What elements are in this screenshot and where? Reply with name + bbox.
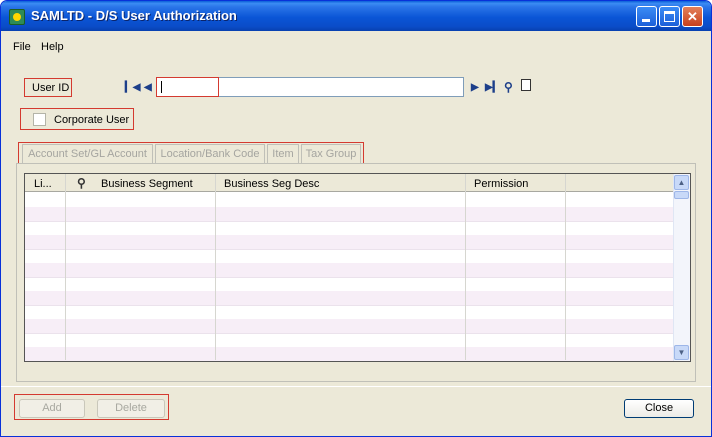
window-title: SAMLTD - D/S User Authorization <box>31 8 237 23</box>
close-icon: ✕ <box>687 9 698 24</box>
row-divider <box>25 221 673 222</box>
column-divider <box>565 174 566 360</box>
last-record-icon[interactable]: ▶▎ <box>485 82 500 93</box>
minimize-button[interactable] <box>636 6 657 27</box>
menu-file[interactable]: File <box>13 41 31 53</box>
scroll-down-button[interactable]: ▼ <box>674 345 689 360</box>
grid-vertical-scrollbar[interactable] <box>673 174 690 361</box>
app-icon <box>9 9 25 25</box>
row-divider <box>25 305 673 306</box>
column-header-business-seg-desc[interactable]: Business Seg Desc <box>224 178 319 190</box>
grid-row[interactable] <box>25 207 673 221</box>
next-record-icon[interactable]: ▶ <box>471 82 479 93</box>
column-header-line[interactable]: Li... <box>34 178 52 190</box>
user-id-input-highlight <box>156 77 219 97</box>
column-header-permission[interactable]: Permission <box>474 178 528 190</box>
user-id-label: User ID <box>32 82 70 94</box>
column-header-business-segment[interactable]: Business Segment <box>101 178 193 190</box>
column-divider <box>215 174 216 360</box>
grid-row[interactable] <box>25 347 673 361</box>
close-window-button[interactable]: ✕ <box>682 6 703 27</box>
maximize-button[interactable] <box>659 6 680 27</box>
scroll-up-button[interactable]: ▲ <box>674 175 689 190</box>
menu-help[interactable]: Help <box>41 41 64 53</box>
delete-button[interactable]: Delete <box>97 399 165 418</box>
column-search-icon[interactable]: ⚲ <box>77 176 86 190</box>
close-button[interactable]: Close <box>624 399 694 418</box>
grid-row[interactable] <box>25 235 673 249</box>
corporate-user-checkbox[interactable] <box>33 113 46 126</box>
finder-search-icon[interactable]: ⚲ <box>504 80 513 94</box>
add-button[interactable]: Add <box>19 399 85 418</box>
app-window: SAMLTD - D/S User Authorization ✕ File H… <box>0 0 712 437</box>
new-document-icon[interactable] <box>521 79 531 91</box>
grid-row[interactable] <box>25 291 673 305</box>
previous-record-icon[interactable]: ◀ <box>144 82 152 93</box>
column-divider <box>65 174 66 360</box>
corporate-user-label: Corporate User <box>54 114 130 126</box>
first-record-icon[interactable]: ▎◀ <box>125 82 140 93</box>
scroll-thumb[interactable] <box>674 191 689 199</box>
row-divider <box>25 333 673 334</box>
menu-bar <box>1 32 711 52</box>
maximize-icon <box>664 11 675 22</box>
minimize-icon <box>642 19 650 22</box>
column-divider <box>465 174 466 360</box>
grid-row[interactable] <box>25 263 673 277</box>
tabs-highlight-box <box>18 142 364 164</box>
grid-row[interactable] <box>25 319 673 333</box>
row-divider <box>25 249 673 250</box>
row-divider <box>25 277 673 278</box>
